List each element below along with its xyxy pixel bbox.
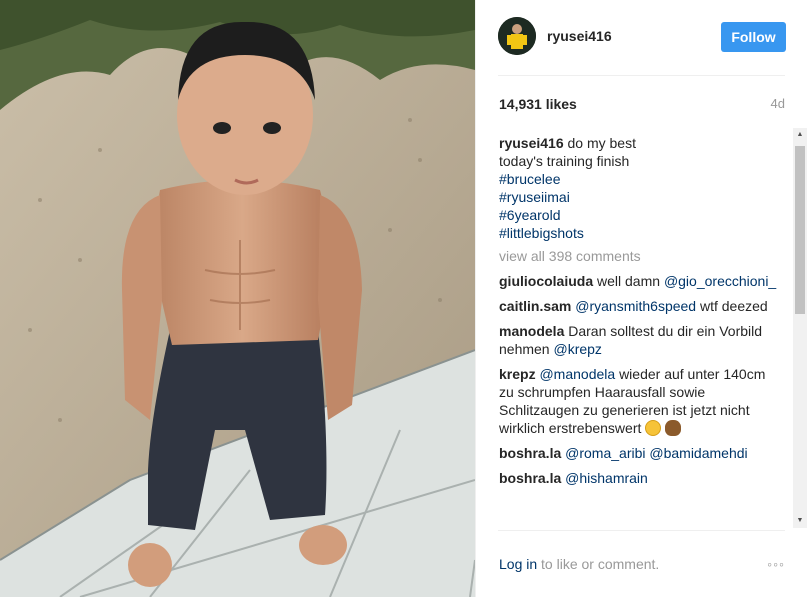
comment-username[interactable]: giuliocolaiuda bbox=[499, 273, 593, 289]
comment-item: krepz @manodela wieder auf unter 140cm z… bbox=[499, 365, 781, 437]
login-prompt: Log in to like or comment. bbox=[499, 556, 659, 572]
scroll-down-arrow-icon[interactable]: ▼ bbox=[793, 514, 807, 528]
comment-username[interactable]: boshra.la bbox=[499, 445, 561, 461]
scroll-up-arrow-icon[interactable]: ▲ bbox=[793, 128, 807, 142]
hashtag-link[interactable]: #ryuseiimai bbox=[499, 188, 781, 206]
caption: ryusei416 do my best bbox=[499, 134, 781, 152]
mention-link[interactable]: @krepz bbox=[553, 341, 601, 357]
login-prompt-text: to like or comment. bbox=[537, 556, 660, 572]
follow-button[interactable]: Follow bbox=[721, 22, 786, 52]
view-all-comments-link[interactable]: view all 398 comments bbox=[499, 247, 781, 265]
mention-link[interactable]: @roma_aribi @bamidamehdi bbox=[565, 445, 748, 461]
scroll-thumb[interactable] bbox=[795, 146, 805, 314]
likes-count[interactable]: 14,931 likes bbox=[499, 96, 577, 112]
comment-username[interactable]: krepz bbox=[499, 366, 536, 382]
more-options-icon[interactable]: ◦◦◦ bbox=[767, 556, 785, 572]
comment-text: wtf deezed bbox=[699, 298, 768, 314]
caption-text-1: do my best bbox=[567, 135, 636, 151]
post-photo[interactable] bbox=[0, 0, 475, 597]
caption-username[interactable]: ryusei416 bbox=[499, 135, 564, 151]
comment-item: boshra.la @hishamrain bbox=[499, 469, 781, 487]
divider bbox=[498, 530, 785, 531]
post-header: ryusei416 Follow bbox=[476, 0, 807, 75]
comment-item: manodela Daran solltest du dir ein Vorbi… bbox=[499, 322, 781, 358]
login-link[interactable]: Log in bbox=[499, 556, 537, 572]
comments-scrollbar[interactable]: ▲ ▼ bbox=[793, 128, 807, 528]
avatar-icon bbox=[498, 17, 536, 55]
username-link[interactable]: ryusei416 bbox=[547, 28, 612, 44]
mention-link[interactable]: @gio_orecchioni_ bbox=[664, 273, 776, 289]
tired-face-emoji-icon bbox=[645, 420, 662, 436]
comments-list: ryusei416 do my best today's training fi… bbox=[499, 134, 781, 528]
pile-of-poo-emoji-icon bbox=[665, 420, 682, 436]
mention-link[interactable]: @ryansmith6speed bbox=[575, 298, 696, 314]
post-image bbox=[0, 0, 475, 597]
comment-username[interactable]: caitlin.sam bbox=[499, 298, 571, 314]
comment-item: boshra.la @roma_aribi @bamidamehdi bbox=[499, 444, 781, 462]
instagram-post: ryusei416 Follow 14,931 likes 4d ryusei4… bbox=[0, 0, 807, 597]
comment-item: giuliocolaiuda well damn @gio_orecchioni… bbox=[499, 272, 781, 290]
mention-link[interactable]: @hishamrain bbox=[565, 470, 648, 486]
hashtag-link[interactable]: #brucelee bbox=[499, 170, 781, 188]
divider bbox=[498, 75, 785, 76]
comment-text: well damn bbox=[597, 273, 661, 289]
profile-avatar[interactable] bbox=[498, 17, 536, 55]
post-sidebar: ryusei416 Follow 14,931 likes 4d ryusei4… bbox=[475, 0, 807, 597]
caption-text-2: today's training finish bbox=[499, 153, 630, 169]
hashtag-link[interactable]: #6yearold bbox=[499, 206, 781, 224]
mention-link[interactable]: @manodela bbox=[539, 366, 615, 382]
hashtag-link[interactable]: #littlebigshots bbox=[499, 224, 781, 242]
comment-username[interactable]: boshra.la bbox=[499, 470, 561, 486]
comment-item: caitlin.sam @ryansmith6speed wtf deezed bbox=[499, 297, 781, 315]
post-age[interactable]: 4d bbox=[771, 96, 785, 111]
comment-username[interactable]: manodela bbox=[499, 323, 564, 339]
